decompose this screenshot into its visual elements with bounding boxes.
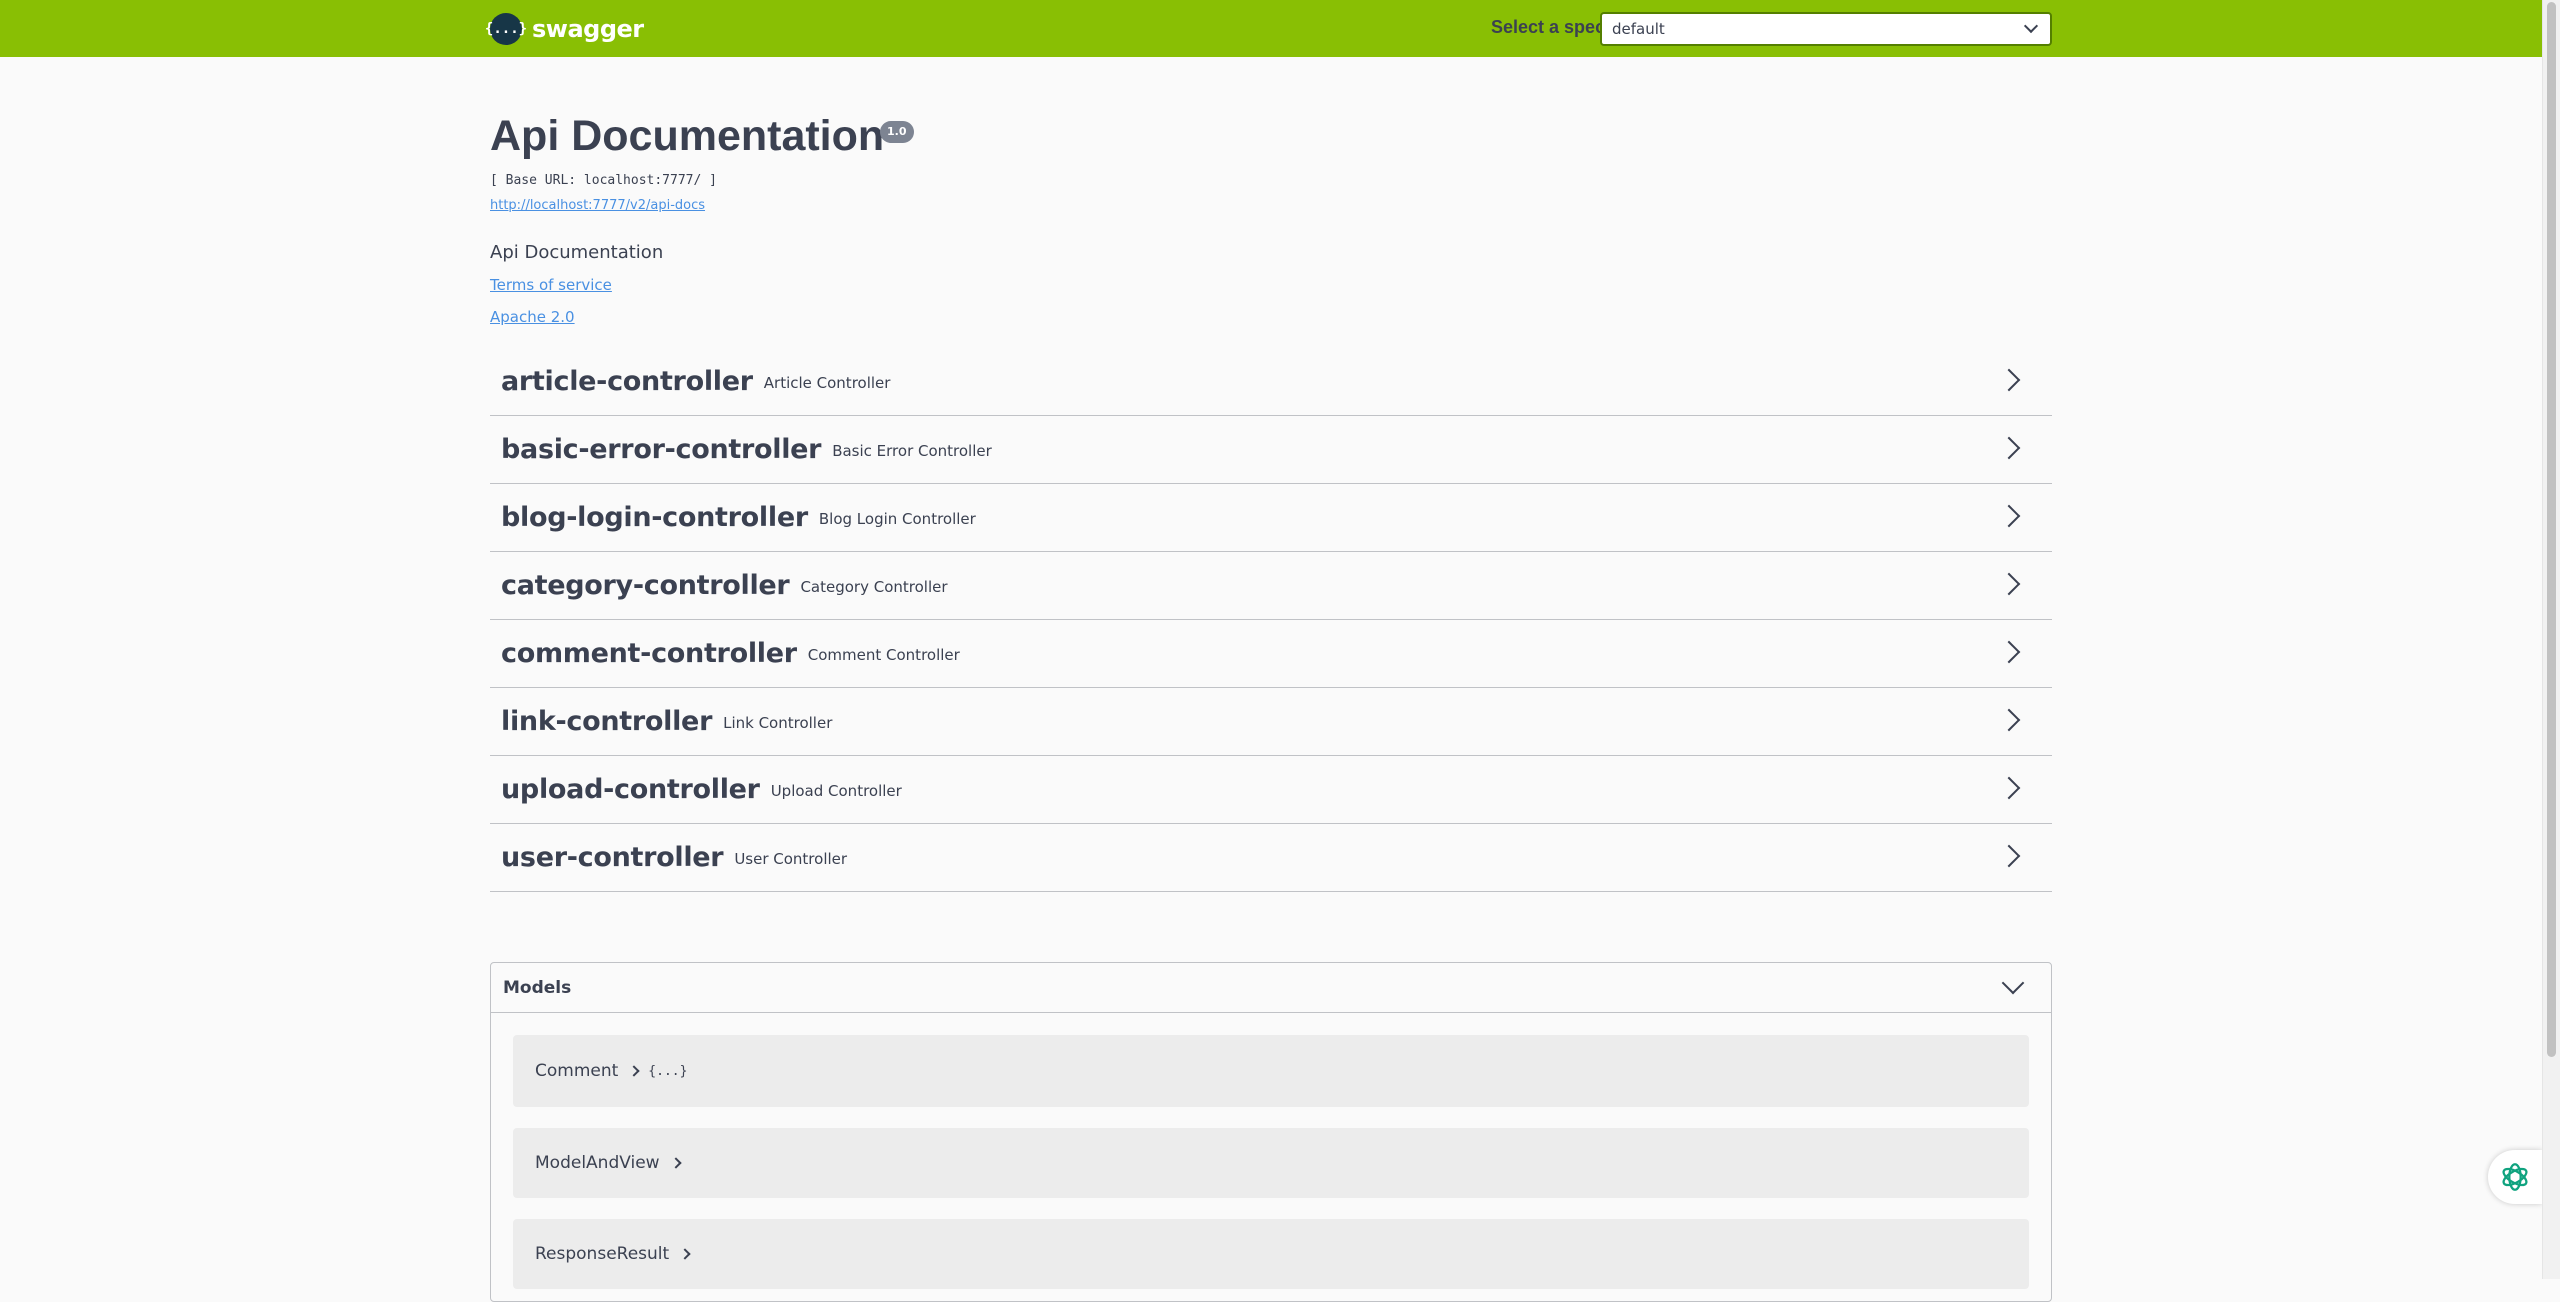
chevron-right-icon (1997, 708, 2021, 732)
model-modelandview[interactable]: ModelAndView (513, 1128, 2029, 1198)
tag-name: link-controller (501, 706, 713, 737)
tag-user-controller[interactable]: user-controller User Controller (490, 824, 2052, 892)
swagger-logo-icon: {...} (485, 13, 527, 45)
api-docs-link[interactable]: http://localhost:7777/v2/api-docs (490, 198, 705, 213)
tag-name: article-controller (501, 366, 753, 397)
model-name: ResponseResult (535, 1244, 670, 1264)
tag-comment-controller[interactable]: comment-controller Comment Controller (490, 620, 2052, 688)
tag-upload-controller[interactable]: upload-controller Upload Controller (490, 756, 2052, 824)
chevron-right-icon (1997, 368, 2021, 392)
spec-label: Select a spec (1491, 17, 1606, 37)
chevron-right-icon (1997, 504, 2021, 528)
tag-description: Comment Controller (807, 645, 960, 664)
base-url: [ Base URL: localhost:7777/ ] (490, 173, 717, 188)
chevron-right-icon (669, 1157, 682, 1169)
assistant-icon (2502, 1163, 2528, 1191)
chevron-down-icon (2001, 971, 2025, 995)
version-badge: 1.0 (880, 121, 914, 143)
assistant-button[interactable] (2488, 1150, 2542, 1204)
model-name: Comment (535, 1061, 619, 1081)
tag-name: comment-controller (501, 638, 797, 669)
models-section: Models Comment {...} ModelAndView Respon… (490, 962, 2052, 1302)
chevron-right-icon (628, 1065, 640, 1077)
chevron-right-icon (1997, 776, 2021, 800)
license-link[interactable]: Apache 2.0 (490, 308, 575, 326)
tag-article-controller[interactable]: article-controller Article Controller (490, 348, 2052, 416)
tag-name: blog-login-controller (501, 502, 808, 533)
terms-of-service-link[interactable]: Terms of service (490, 276, 612, 294)
tag-description: User Controller (734, 849, 848, 868)
tag-description: Basic Error Controller (832, 441, 992, 460)
model-name: ModelAndView (535, 1153, 660, 1173)
tag-link-controller[interactable]: link-controller Link Controller (490, 688, 2052, 756)
model-brace: {...} (648, 1063, 688, 1079)
tag-description: Blog Login Controller (818, 509, 976, 528)
tag-name: basic-error-controller (501, 434, 822, 465)
chevron-down-icon (2023, 18, 2039, 34)
chevron-right-icon (1997, 844, 2021, 868)
tag-description: Link Controller (723, 713, 833, 732)
scrollbar-thumb[interactable] (2547, 2, 2556, 1057)
tag-name: user-controller (501, 842, 724, 873)
swagger-brand[interactable]: {...} swagger (485, 13, 644, 45)
tag-description: Category Controller (800, 577, 948, 596)
models-title: Models (503, 977, 572, 998)
tag-name: upload-controller (501, 774, 760, 805)
tag-blog-login-controller[interactable]: blog-login-controller Blog Login Control… (490, 484, 2052, 552)
model-comment[interactable]: Comment {...} (513, 1035, 2029, 1107)
api-description: Api Documentation (490, 242, 664, 263)
tag-category-controller[interactable]: category-controller Category Controller (490, 552, 2052, 620)
chevron-right-icon (679, 1248, 691, 1260)
tag-list: article-controller Article Controller ba… (490, 348, 2052, 892)
vertical-scrollbar[interactable] (2542, 0, 2560, 1279)
chevron-right-icon (1997, 572, 2021, 596)
tag-basic-error-controller[interactable]: basic-error-controller Basic Error Contr… (490, 416, 2052, 484)
brand-text: swagger (532, 15, 644, 43)
tag-description: Article Controller (763, 373, 891, 392)
page-title: Api Documentation (490, 112, 885, 160)
models-header[interactable]: Models (491, 963, 2051, 1013)
spec-select-value: default (1612, 20, 1665, 38)
tag-name: category-controller (501, 570, 790, 601)
chevron-right-icon (1997, 436, 2021, 460)
spec-select[interactable]: default (1600, 12, 2052, 46)
chevron-right-icon (1997, 640, 2021, 664)
topbar: {...} swagger Select a spec default (0, 0, 2542, 57)
tag-description: Upload Controller (770, 781, 902, 800)
